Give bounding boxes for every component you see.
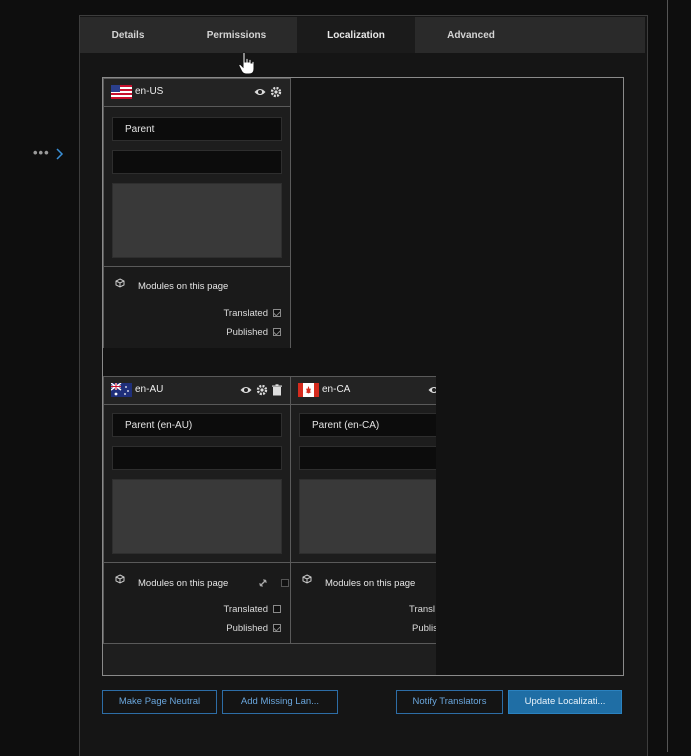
secondary-field[interactable] xyxy=(112,150,282,174)
eye-icon[interactable] xyxy=(240,384,252,396)
obscured-area xyxy=(112,479,282,554)
australia-flag-icon xyxy=(111,383,132,397)
locale-card-en-au: en-AU Parent (en-AU) Modules on this pag… xyxy=(103,376,291,645)
trash-icon[interactable] xyxy=(271,384,283,396)
published-label: Published xyxy=(226,623,268,634)
tab-advanced[interactable]: Advanced xyxy=(415,17,527,53)
localization-content: en-US Parent Modules on this page Transl… xyxy=(102,77,624,676)
obscured-area xyxy=(112,183,282,258)
modules-section: Modules on this page Translated Publishe… xyxy=(104,266,290,348)
published-checkbox[interactable] xyxy=(273,624,281,632)
locale-code: en-AU xyxy=(135,384,164,395)
card-header: en-US xyxy=(104,79,290,107)
tab-permissions[interactable]: Permissions xyxy=(176,17,297,53)
tab-details[interactable]: Details xyxy=(80,17,176,53)
translated-label: Transl xyxy=(409,604,436,615)
canada-flag-icon xyxy=(298,383,319,397)
published-label: Published xyxy=(226,327,268,338)
modules-title: Modules on this page xyxy=(325,578,416,589)
cube-icon xyxy=(302,574,312,584)
locale-card-en-ca: en-CA Parent (en-CA) Modules on this pag… xyxy=(290,376,436,643)
translated-label: Translated xyxy=(223,308,268,319)
published-checkbox[interactable] xyxy=(273,328,281,336)
locale-code: en-US xyxy=(135,86,164,97)
secondary-field[interactable] xyxy=(299,446,436,470)
us-flag-icon xyxy=(111,85,132,99)
link-icon[interactable] xyxy=(258,578,268,588)
eye-icon[interactable] xyxy=(428,384,436,396)
translated-checkbox[interactable] xyxy=(273,309,281,317)
card-header: en-AU xyxy=(104,377,290,405)
update-localization-button[interactable]: Update Localizati... xyxy=(508,690,622,714)
hand-cursor-icon xyxy=(238,51,255,75)
modules-title: Modules on this page xyxy=(138,578,229,589)
published-label: Publis xyxy=(412,623,436,634)
right-divider xyxy=(667,0,668,752)
locale-card-en-us: en-US Parent Modules on this page Transl… xyxy=(103,78,291,348)
gear-icon[interactable] xyxy=(256,384,268,396)
tab-bar: Details Permissions Localization Advance… xyxy=(80,17,645,53)
cards-footer-strip xyxy=(103,643,436,675)
eye-icon[interactable] xyxy=(254,86,266,98)
make-page-neutral-button[interactable]: Make Page Neutral xyxy=(102,690,217,714)
modules-section: Modules on this page Transl Publis xyxy=(291,562,436,643)
obscured-area xyxy=(299,479,436,554)
secondary-field[interactable] xyxy=(112,446,282,470)
add-missing-languages-button[interactable]: Add Missing Lan... xyxy=(222,690,338,714)
parent-field[interactable]: Parent (en-AU) xyxy=(112,413,282,437)
modules-title: Modules on this page xyxy=(138,281,229,292)
chevron-right-icon[interactable] xyxy=(54,147,64,161)
locale-code: en-CA xyxy=(322,384,351,395)
translated-checkbox[interactable] xyxy=(273,605,281,613)
cube-icon xyxy=(115,574,125,584)
translated-label: Translated xyxy=(223,604,268,615)
modules-section: Modules on this page Translated Publishe… xyxy=(104,562,290,645)
locale-card-en-ca-clip: en-CA Parent (en-CA) Modules on this pag… xyxy=(290,376,436,643)
more-options-icon[interactable]: ••• xyxy=(33,146,50,160)
cube-icon xyxy=(115,278,125,288)
parent-field[interactable]: Parent xyxy=(112,117,282,141)
parent-field[interactable]: Parent (en-CA) xyxy=(299,413,436,437)
gear-icon[interactable] xyxy=(270,86,282,98)
modules-select-checkbox[interactable] xyxy=(281,579,289,587)
card-header: en-CA xyxy=(291,377,436,405)
tab-localization[interactable]: Localization xyxy=(297,17,415,53)
notify-translators-button[interactable]: Notify Translators xyxy=(396,690,503,714)
